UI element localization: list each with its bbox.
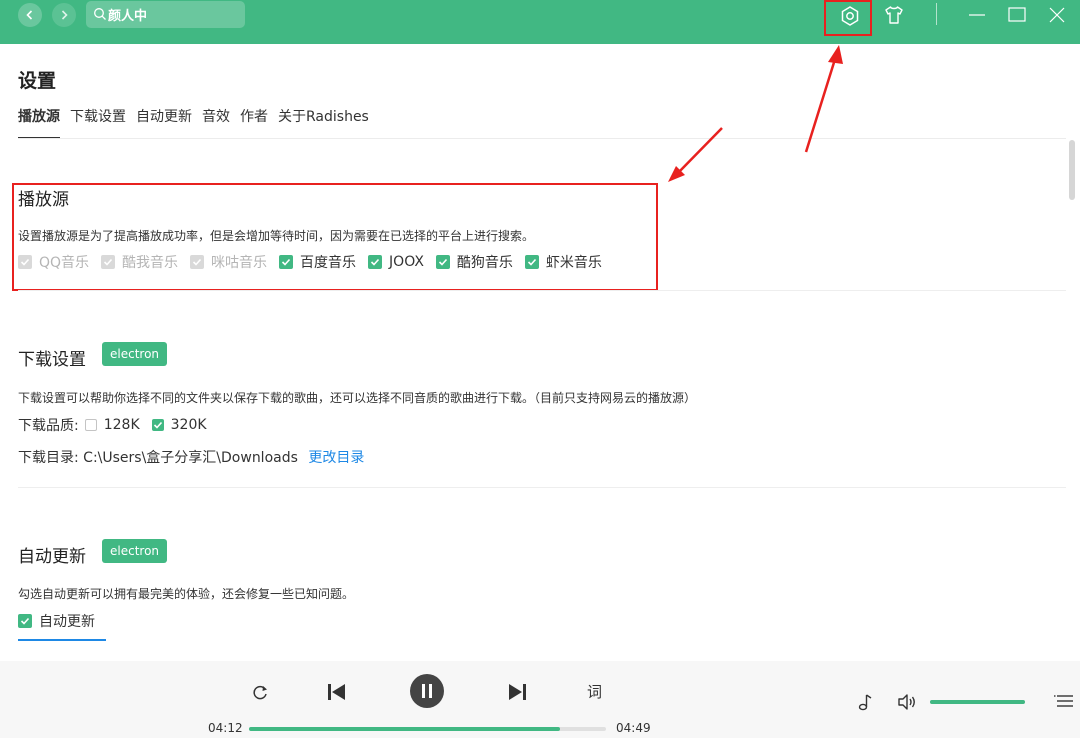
skin-icon[interactable] bbox=[882, 3, 906, 27]
dir-value: C:\Users\盒子分享汇\Downloads bbox=[83, 450, 298, 466]
tab-download[interactable]: 下载设置 bbox=[70, 107, 126, 139]
checkbox-label: 320K bbox=[170, 417, 207, 433]
playlist-icon[interactable] bbox=[1054, 692, 1074, 710]
player-bar: 词 04:12 04:49 bbox=[0, 661, 1080, 738]
quality-option-128k[interactable]: 128K bbox=[84, 417, 140, 433]
checkbox[interactable] bbox=[84, 419, 97, 431]
electron-badge: electron bbox=[102, 342, 168, 366]
forward-icon bbox=[61, 10, 68, 20]
checkbox[interactable] bbox=[151, 419, 164, 431]
search-box[interactable] bbox=[86, 1, 245, 28]
annotation-arrowhead bbox=[668, 166, 685, 182]
progress-bar[interactable] bbox=[249, 727, 606, 731]
section-divider bbox=[18, 290, 1066, 291]
annotation-arrow bbox=[675, 127, 723, 176]
dir-label: 下载目录: bbox=[18, 450, 79, 466]
focus-underline bbox=[18, 639, 106, 641]
checkbox[interactable] bbox=[18, 614, 32, 628]
back-button[interactable] bbox=[18, 3, 42, 27]
title-bar bbox=[0, 0, 1080, 44]
forward-button[interactable] bbox=[52, 3, 76, 27]
tab-update[interactable]: 自动更新 bbox=[136, 107, 192, 139]
settings-tabs: 播放源 下载设置 自动更新 音效 作者 关于Radishes bbox=[18, 107, 369, 139]
tab-about[interactable]: 关于Radishes bbox=[278, 107, 369, 139]
volume-icon[interactable] bbox=[896, 692, 918, 712]
maximize-icon[interactable] bbox=[1006, 4, 1028, 26]
section-divider bbox=[18, 487, 1066, 488]
download-dir-row: 下载目录: C:\Users\盒子分享汇\Downloads 更改目录 bbox=[18, 447, 364, 467]
total-time: 04:49 bbox=[616, 721, 651, 735]
check-icon bbox=[153, 421, 162, 429]
check-icon bbox=[20, 617, 30, 625]
search-icon bbox=[94, 8, 106, 20]
volume-slider[interactable] bbox=[930, 700, 1025, 704]
volume-fill bbox=[930, 700, 1025, 704]
auto-update-option[interactable]: 自动更新 bbox=[18, 611, 95, 631]
tab-source[interactable]: 播放源 bbox=[18, 107, 60, 139]
prev-icon[interactable] bbox=[325, 681, 347, 703]
music-note-icon[interactable] bbox=[856, 692, 876, 712]
repeat-icon[interactable] bbox=[250, 682, 270, 702]
download-section-desc: 下载设置可以帮助你选择不同的文件夹以保存下载的歌曲，还可以选择不同音质的歌曲进行… bbox=[18, 391, 697, 405]
checkbox-label: 自动更新 bbox=[39, 614, 95, 630]
settings-highlight-box bbox=[824, 0, 872, 36]
source-highlight-box bbox=[12, 183, 658, 291]
update-section-title: 自动更新 bbox=[18, 547, 86, 567]
minimize-icon[interactable] bbox=[966, 4, 988, 26]
tab-author[interactable]: 作者 bbox=[240, 107, 268, 139]
current-time: 04:12 bbox=[208, 721, 243, 735]
change-dir-link[interactable]: 更改目录 bbox=[308, 450, 364, 466]
electron-badge: electron bbox=[102, 539, 168, 563]
checkbox-label: 128K bbox=[103, 417, 140, 433]
auto-update-row: 自动更新 bbox=[18, 611, 107, 631]
quality-option-320k[interactable]: 320K bbox=[151, 417, 207, 433]
next-icon[interactable] bbox=[507, 681, 529, 703]
scrollbar-thumb[interactable] bbox=[1069, 140, 1075, 200]
pause-icon bbox=[422, 684, 432, 698]
tabs-divider bbox=[18, 138, 1066, 139]
annotation-arrowhead bbox=[828, 45, 843, 64]
quality-label: 下载品质: bbox=[18, 418, 79, 434]
tab-sound-effect[interactable]: 音效 bbox=[202, 107, 230, 139]
title-bar-divider bbox=[936, 3, 937, 25]
lyrics-button[interactable]: 词 bbox=[587, 681, 602, 702]
search-input[interactable] bbox=[108, 5, 238, 24]
download-quality-row: 下载品质: 128K 320K bbox=[18, 415, 219, 435]
progress-fill bbox=[249, 727, 561, 731]
close-icon[interactable] bbox=[1046, 4, 1068, 26]
page-title: 设置 bbox=[18, 70, 57, 92]
download-section-title: 下载设置 bbox=[18, 350, 86, 370]
back-icon bbox=[26, 10, 33, 20]
update-section-desc: 勾选自动更新可以拥有最完美的体验，还会修复一些已知问题。 bbox=[18, 587, 355, 601]
pause-button[interactable] bbox=[410, 674, 444, 708]
